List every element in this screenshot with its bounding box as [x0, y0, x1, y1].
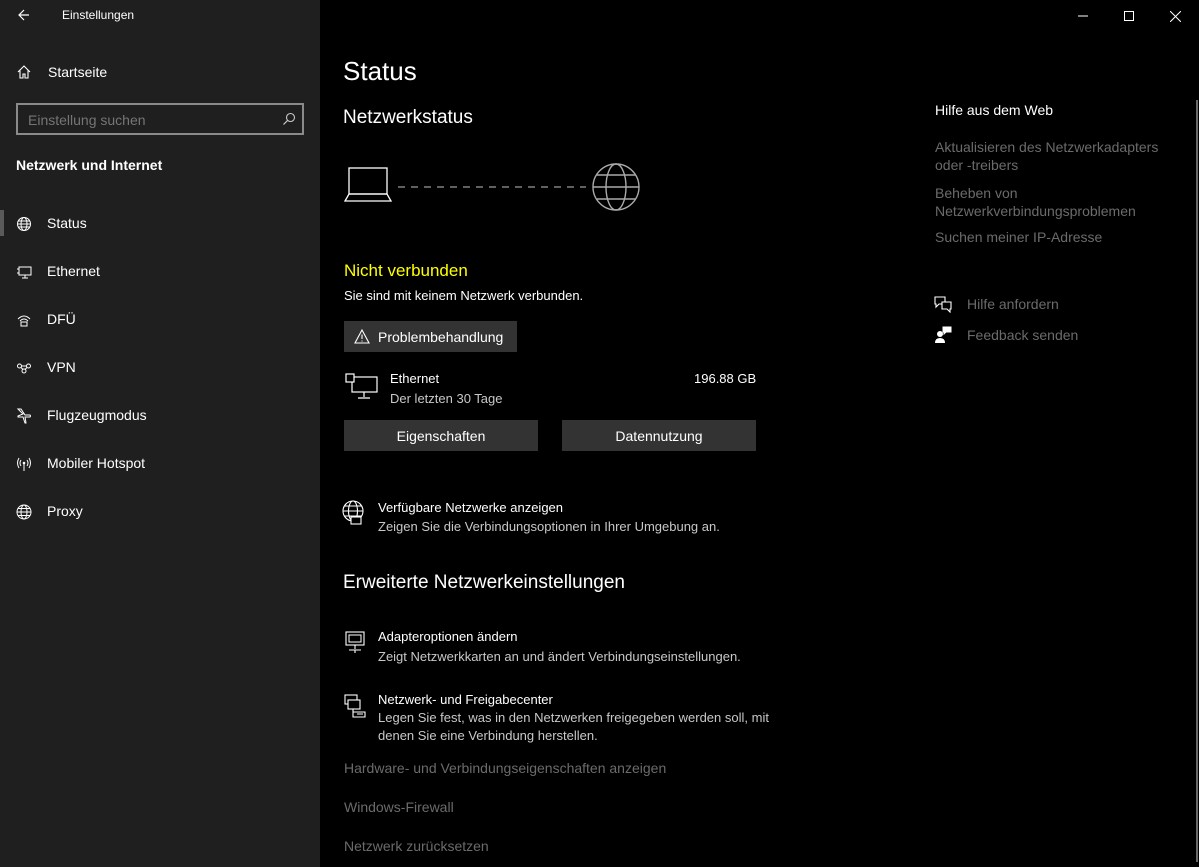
search-input[interactable] [26, 109, 270, 131]
maximize-button[interactable] [1106, 0, 1152, 32]
chat-help-icon [934, 296, 952, 313]
available-networks-desc: Zeigen Sie die Verbindungsoptionen in Ih… [378, 519, 720, 534]
home-link[interactable]: Startseite [0, 58, 320, 88]
sidebar-item-hotspot[interactable]: Mobiler Hotspot [0, 444, 320, 484]
help-title: Hilfe aus dem Web [935, 102, 1054, 118]
globe-network-icon [342, 500, 364, 525]
available-networks-title: Verfügbare Netzwerke anzeigen [378, 500, 564, 515]
firewall-link[interactable]: Windows-Firewall [344, 799, 454, 815]
dialup-icon [17, 315, 31, 327]
get-help-label: Hilfe anfordern [967, 296, 1059, 312]
connection-message: Sie sind mit keinem Netzwerk verbunden. [344, 288, 584, 303]
minimize-button[interactable] [1060, 0, 1106, 32]
adapter-usage: 196.88 GB [694, 371, 757, 386]
selection-indicator [0, 210, 4, 236]
troubleshoot-label: Problembehandlung [378, 328, 504, 345]
home-label: Startseite [48, 64, 108, 80]
adapter-settings-icon [345, 631, 365, 653]
adapter-options-title: Adapteroptionen ändern [378, 629, 518, 644]
sidebar-item-label: DFÜ [47, 311, 76, 327]
sidebar-item-label: VPN [47, 359, 76, 375]
data-usage-label: Datennutzung [615, 427, 703, 444]
sidebar-item-label: Ethernet [47, 263, 100, 279]
help-link-ip-address[interactable]: Suchen meiner IP-Adresse [935, 229, 1102, 245]
adapter-options-link[interactable]: Adapteroptionen ändern Zeigt Netzwerkkar… [342, 628, 782, 668]
feedback-icon [935, 326, 952, 343]
sharing-center-title: Netzwerk- und Freigabecenter [378, 692, 553, 707]
feedback-label: Feedback senden [967, 327, 1079, 343]
close-button[interactable] [1152, 0, 1198, 32]
network-status-title: Netzwerkstatus [343, 107, 473, 128]
sidebar-item-ethernet[interactable]: Ethernet [0, 252, 320, 292]
globe-icon [16, 504, 32, 520]
network-reset-link[interactable]: Netzwerk zurücksetzen [344, 838, 489, 854]
get-help-link[interactable]: Hilfe anfordern [933, 294, 1133, 316]
sharing-center-icon [344, 694, 366, 718]
window-title: Einstellungen [62, 8, 135, 22]
minimize-icon [1078, 15, 1088, 17]
advanced-settings-title: Erweiterte Netzwerkeinstellungen [343, 572, 625, 593]
back-button[interactable] [8, 0, 40, 30]
page-title: Status [343, 56, 417, 86]
connection-line [398, 186, 586, 188]
globe-status-icon [17, 217, 31, 231]
help-link-fix-connection[interactable]: Beheben von Netzwerkverbindungsproblemen [935, 184, 1136, 220]
scrollbar[interactable] [1196, 100, 1198, 862]
sidebar: Einstellungen Startseite Netzwerk und In… [0, 0, 320, 867]
warning-icon [354, 329, 370, 344]
sharing-center-desc-line2: denen Sie eine Verbindung herstellen. [378, 728, 598, 743]
help-link-line: Beheben von [935, 185, 1018, 201]
sidebar-item-label: Status [47, 215, 87, 231]
sharing-center-link[interactable]: Netzwerk- und Freigabecenter Legen Sie f… [342, 691, 802, 747]
adapter-period: Der letzten 30 Tage [390, 391, 503, 406]
sidebar-item-vpn[interactable]: VPN [0, 348, 320, 388]
sidebar-item-label: Proxy [47, 503, 83, 519]
help-link-line: Aktualisieren des Netzwerkadapters [935, 139, 1159, 155]
sidebar-item-status[interactable]: Status [0, 204, 320, 244]
sidebar-item-label: Flugzeugmodus [47, 407, 147, 423]
sidebar-item-dialup[interactable]: DFÜ [0, 300, 320, 340]
feedback-link[interactable]: Feedback senden [933, 325, 1133, 347]
vpn-icon [17, 363, 31, 374]
hotspot-icon [17, 457, 31, 471]
maximize-icon [1124, 11, 1134, 21]
home-icon [17, 65, 31, 79]
sidebar-item-airplane[interactable]: Flugzeugmodus [0, 396, 320, 436]
laptop-icon [344, 167, 393, 202]
section-title: Netzwerk und Internet [16, 157, 163, 173]
adapter-name: Ethernet [390, 371, 440, 386]
adapter-options-desc: Zeigt Netzwerkkarten an und ändert Verbi… [378, 649, 741, 664]
airplane-icon [16, 408, 31, 424]
properties-button[interactable]: Eigenschaften [344, 420, 538, 451]
connection-state: Nicht verbunden [344, 261, 468, 280]
data-usage-button[interactable]: Datennutzung [562, 420, 756, 451]
sidebar-item-proxy[interactable]: Proxy [0, 492, 320, 532]
help-link-line: oder -treibers [935, 157, 1019, 173]
hardware-properties-link[interactable]: Hardware- und Verbindungseigenschaften a… [344, 760, 666, 776]
ethernet-icon [17, 266, 32, 279]
ethernet-adapter-icon [345, 373, 378, 399]
sharing-center-desc-line1: Legen Sie fest, was in den Netzwerken fr… [378, 710, 769, 725]
close-icon [1169, 10, 1181, 22]
help-link-update-adapter[interactable]: Aktualisieren des Netzwerkadapters oder … [935, 138, 1158, 174]
properties-label: Eigenschaften [396, 427, 486, 444]
search-box[interactable] [16, 103, 304, 135]
internet-globe-icon [592, 163, 640, 211]
main-content: Status Netzwerkstatus Nicht verbunden Si… [320, 0, 1199, 867]
help-link-line: Netzwerkverbindungsproblemen [935, 203, 1136, 219]
back-arrow-icon [18, 9, 29, 21]
search-icon [283, 112, 296, 125]
sidebar-item-label: Mobiler Hotspot [47, 455, 146, 471]
available-networks-link[interactable]: Verfügbare Netzwerke anzeigen Zeigen Sie… [342, 498, 762, 538]
troubleshoot-button[interactable]: Problembehandlung [344, 321, 517, 352]
